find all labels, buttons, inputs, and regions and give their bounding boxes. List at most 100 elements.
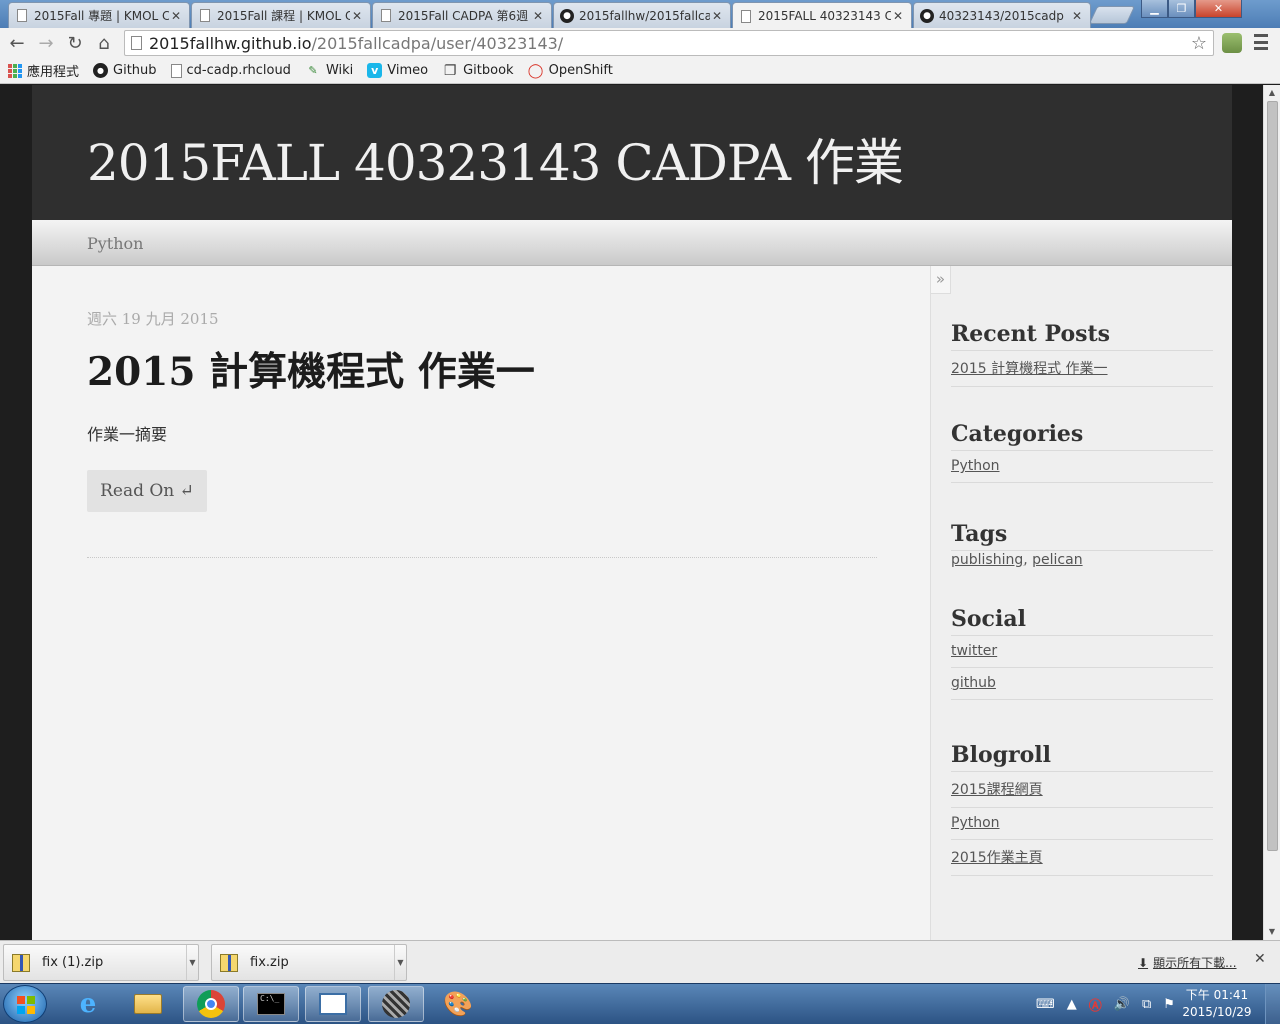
taskbar-clock[interactable]: 下午 01:41 2015/10/29	[1182, 987, 1252, 1021]
gitbook-icon: ❐	[443, 62, 457, 79]
tab-github-40323143[interactable]: ● 40323143/2015cadp ✕	[913, 2, 1091, 28]
chevron-down-icon[interactable]: ▼	[186, 945, 198, 980]
blogroll-link-homework[interactable]: 2015作業主頁	[951, 850, 1043, 866]
tag-link-publishing[interactable]: publishing	[951, 552, 1023, 568]
keyboard-icon[interactable]: ⌨	[1036, 997, 1055, 1012]
list-item: github	[951, 668, 1213, 700]
page-icon	[741, 9, 751, 23]
taskbar-app-ie[interactable]: e	[60, 986, 116, 1022]
download-item[interactable]: fix (1).zip ▼	[3, 944, 199, 981]
taskbar-app-cmd[interactable]: C:\_	[243, 986, 299, 1022]
close-icon[interactable]: ✕	[350, 9, 364, 23]
site-header: 2015FALL 40323143 CADPA 作業	[32, 85, 1232, 220]
antivirus-icon[interactable]: Ⓐ	[1089, 995, 1102, 1014]
tag-link-pelican[interactable]: pelican	[1032, 552, 1082, 568]
close-icon[interactable]: ✕	[169, 9, 183, 23]
tag-list: publishing, pelican	[951, 551, 1213, 568]
bookmark-github[interactable]: ● Github	[93, 63, 157, 78]
chrome-menu-button[interactable]	[1254, 34, 1268, 50]
content-area: 週六 19 九月 2015 2015 計算機程式 作業一 作業一摘要 Read …	[32, 266, 1232, 940]
chevron-down-icon[interactable]: ▼	[394, 945, 406, 980]
read-on-button[interactable]: Read On ↵	[87, 470, 207, 512]
show-all-label: 顯示所有下載...	[1153, 956, 1237, 970]
browser-titlebar: 2015Fall 專題 | KMOL C ✕ 2015Fall 課程 | KMO…	[0, 0, 1280, 29]
show-hidden-icons-icon[interactable]: ▲	[1067, 997, 1077, 1012]
globe-app-icon	[381, 990, 411, 1018]
post-summary: 作業一摘要	[87, 425, 168, 444]
close-icon[interactable]: ✕	[891, 9, 905, 23]
site-nav: Python	[32, 220, 1232, 266]
category-link-python[interactable]: Python	[951, 458, 1000, 474]
widget-tags: Tags publishing, pelican	[951, 521, 1213, 568]
vertical-scrollbar[interactable]: ▲ ▼	[1263, 85, 1280, 940]
start-button[interactable]	[3, 985, 47, 1023]
widget-heading: Social	[951, 606, 1213, 636]
extension-icon[interactable]	[1222, 33, 1242, 53]
blogroll-link-course[interactable]: 2015課程網頁	[951, 782, 1043, 798]
address-bar[interactable]: 2015fallhw.github.io/2015fallcadpa/user/…	[124, 30, 1214, 56]
taskbar-app-window[interactable]	[305, 986, 361, 1022]
bookmark-wiki[interactable]: ✎ Wiki	[305, 63, 353, 79]
taskbar-app-chrome[interactable]	[183, 986, 239, 1022]
reload-button[interactable]: ↻	[63, 31, 87, 55]
network-icon[interactable]: ⧉	[1142, 997, 1151, 1012]
chrome-icon	[196, 990, 226, 1018]
social-link-github[interactable]: github	[951, 675, 996, 691]
back-button[interactable]: ←	[5, 31, 29, 55]
list-item: 2015作業主頁	[951, 840, 1213, 876]
sidebar-toggle-button[interactable]: »	[931, 266, 951, 294]
download-item[interactable]: fix.zip ▼	[211, 944, 407, 981]
close-shelf-button[interactable]: ✕	[1254, 951, 1266, 967]
scroll-up-icon[interactable]: ▲	[1264, 85, 1280, 101]
close-window-button[interactable]: ✕	[1195, 0, 1242, 18]
list-item: twitter	[951, 636, 1213, 668]
openshift-icon: ◯	[527, 62, 544, 79]
tab-kmol-course[interactable]: 2015Fall 課程 | KMOL C ✕	[191, 2, 371, 28]
home-icon: ⌂	[98, 32, 110, 54]
tab-cadpa-week6[interactable]: 2015Fall CADPA 第6週 ✕	[372, 2, 552, 28]
taskbar-app-globe[interactable]	[368, 986, 424, 1022]
show-desktop-button[interactable]	[1265, 984, 1280, 1024]
close-icon[interactable]: ✕	[1070, 9, 1084, 23]
bookmark-label: Wiki	[325, 63, 354, 78]
post-title[interactable]: 2015 計算機程式 作業一	[87, 341, 535, 397]
recent-post-link[interactable]: 2015 計算機程式 作業一	[951, 361, 1108, 377]
tab-kmol-project[interactable]: 2015Fall 專題 | KMOL C ✕	[8, 2, 190, 28]
minimize-button[interactable]: ▁	[1141, 0, 1168, 18]
reload-icon: ↻	[67, 32, 83, 54]
show-all-downloads-link[interactable]: ⬇ 顯示所有下載...	[1138, 954, 1237, 971]
close-icon[interactable]: ✕	[710, 9, 724, 23]
tab-active-cadpa-site[interactable]: 2015FALL 40323143 C ✕	[732, 2, 912, 29]
maximize-button[interactable]: ❐	[1168, 0, 1195, 18]
taskbar-app-paint[interactable]: 🎨	[430, 986, 486, 1022]
action-center-flag-icon[interactable]: ⚑	[1163, 997, 1175, 1012]
bookmark-star-icon[interactable]: ☆	[1191, 33, 1207, 54]
nav-item-python[interactable]: Python	[87, 234, 143, 253]
bookmark-gitbook[interactable]: ❐ Gitbook	[442, 62, 514, 79]
taskbar-app-explorer[interactable]	[120, 986, 176, 1022]
bookmark-label: Vimeo	[387, 63, 429, 78]
social-link-twitter[interactable]: twitter	[951, 643, 997, 659]
bookmark-vimeo[interactable]: v Vimeo	[367, 63, 428, 78]
close-icon[interactable]: ✕	[531, 9, 545, 23]
home-button[interactable]: ⌂	[92, 31, 116, 55]
wiki-icon: ✎	[308, 64, 318, 77]
site-title[interactable]: 2015FALL 40323143 CADPA 作業	[87, 123, 904, 195]
internet-explorer-icon: e	[79, 989, 97, 1019]
download-arrow-icon: ⬇	[1138, 956, 1149, 970]
zip-file-icon	[220, 953, 238, 972]
zip-file-icon	[12, 953, 30, 972]
new-tab-button[interactable]	[1088, 6, 1136, 24]
bookmark-cd-cadp[interactable]: cd-cadp.rhcloud	[170, 63, 291, 78]
scroll-down-icon[interactable]: ▼	[1264, 924, 1280, 940]
taskbar: e C:\_ 🎨 ⌨ ▲ Ⓐ 🔊 ⧉ ⚑ 下午 01:41 2015/10/29	[0, 983, 1280, 1024]
volume-icon[interactable]: 🔊	[1114, 997, 1130, 1012]
tab-title: 2015fallhw/2015fallca	[579, 8, 710, 23]
forward-button[interactable]: →	[34, 31, 58, 55]
page-icon	[200, 9, 210, 22]
bookmark-apps[interactable]: 應用程式	[8, 61, 79, 80]
tab-github-2015fallcadpa[interactable]: ● 2015fallhw/2015fallca ✕	[553, 2, 731, 28]
bookmark-openshift[interactable]: ◯ OpenShift	[528, 63, 613, 79]
blogroll-link-python[interactable]: Python	[951, 815, 1000, 831]
scrollbar-thumb[interactable]	[1267, 101, 1278, 851]
